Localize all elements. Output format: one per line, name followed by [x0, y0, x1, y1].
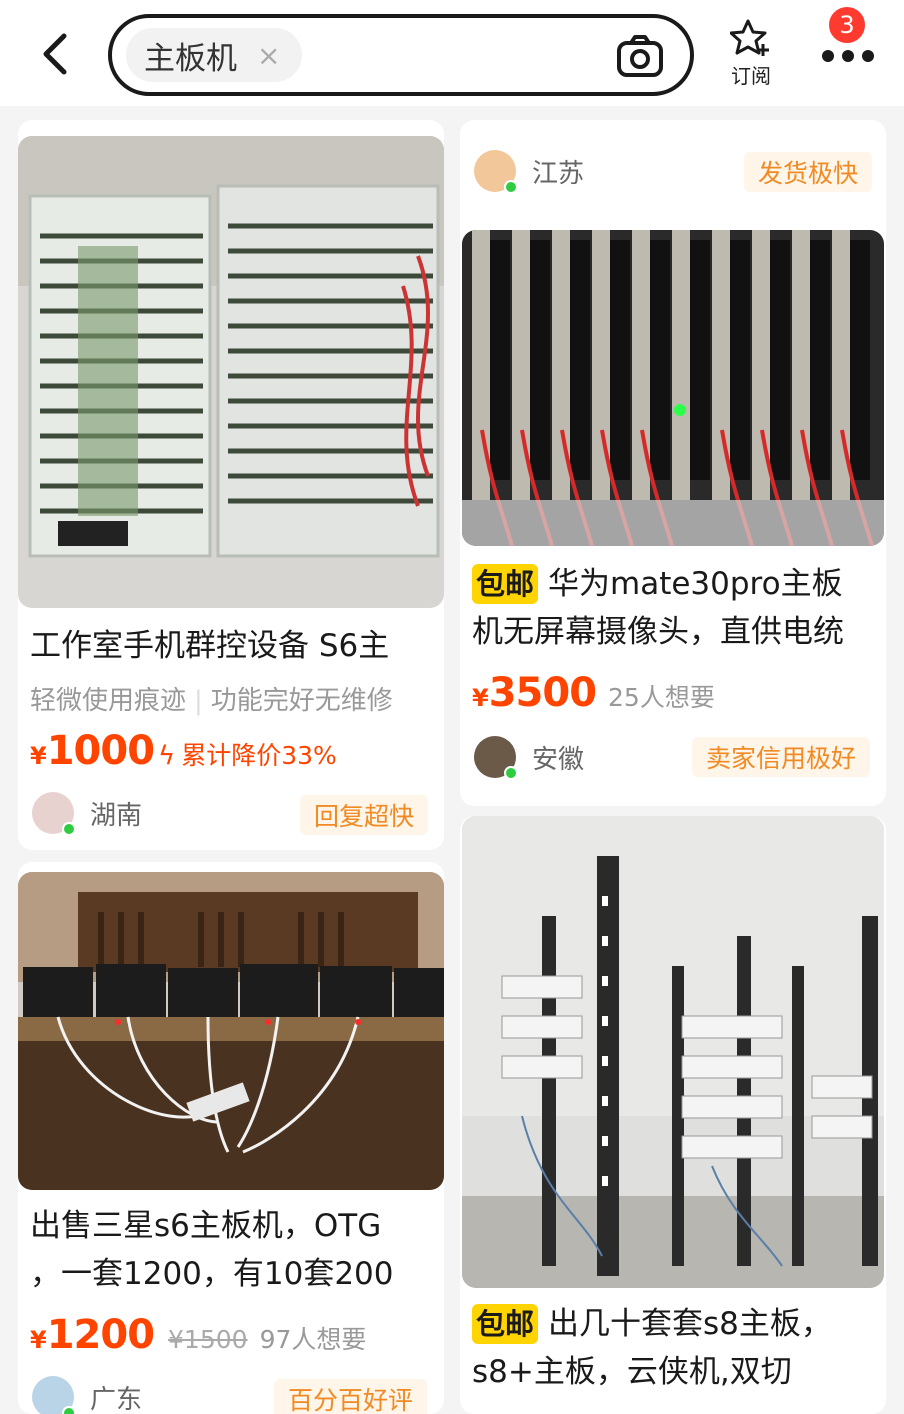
star-plus-icon: [730, 19, 769, 56]
currency-symbol: ¥: [30, 742, 47, 770]
product-card[interactable]: 出售三星s6主板机，OTG ，一套1200，有10套200 ¥ 1200 ¥15…: [18, 862, 444, 1414]
tag-condition: 轻微使用痕迹: [30, 686, 187, 716]
product-title-line2[interactable]: ，一套1200，有10套200: [30, 1250, 436, 1298]
search-query-text: 主板机: [144, 40, 237, 77]
seller-location: 江苏: [532, 158, 585, 189]
product-card[interactable]: 工作室手机群控设备 S6主 轻微使用痕迹 | 功能完好无维修 ¥ 1000 ϟ 累计…: [18, 120, 444, 850]
price-row: ¥ 3500 25人想要: [472, 670, 715, 716]
price-row: ¥ 1200 ¥1500 97人想要: [30, 1312, 366, 1358]
seller-tag: 卖家信用极好: [692, 737, 871, 777]
seller-location: 广东: [90, 1384, 143, 1414]
seller-row[interactable]: 江苏: [474, 146, 584, 196]
product-price: 3500: [488, 670, 597, 716]
online-dot: [504, 766, 518, 780]
want-count: 97人想要: [259, 1325, 367, 1354]
tag-function: 功能完好无维修: [210, 686, 393, 716]
lightning-icon: ϟ: [158, 741, 176, 771]
subscribe-label: 订阅: [731, 64, 771, 88]
product-title-line2[interactable]: s8+主板，云侠机,双切: [472, 1348, 878, 1396]
online-dot: [62, 822, 76, 836]
online-dot: [504, 180, 518, 194]
seller-row[interactable]: 广东: [32, 1372, 142, 1414]
avatar[interactable]: [474, 736, 518, 780]
seller-row[interactable]: 安徽: [474, 732, 584, 782]
subscribe-button[interactable]: 订阅: [722, 18, 780, 96]
product-image[interactable]: [462, 816, 884, 1288]
want-count: 25人想要: [608, 683, 715, 712]
product-image[interactable]: [18, 872, 444, 1190]
free-shipping-badge: 包邮: [472, 1304, 539, 1344]
avatar[interactable]: [474, 150, 518, 194]
camera-icon[interactable]: [616, 34, 664, 78]
price-drop-text: 累计降价33%: [181, 741, 337, 770]
product-price: 1200: [46, 1312, 155, 1358]
avatar[interactable]: [32, 1376, 76, 1414]
currency-symbol: ¥: [30, 1326, 47, 1354]
product-image[interactable]: [462, 230, 884, 546]
seller-location: 湖南: [90, 800, 143, 831]
product-title-line2[interactable]: 机无屏幕摄像头，直供电统: [472, 608, 878, 656]
product-tags: 轻微使用痕迹 | 功能完好无维修: [30, 686, 393, 716]
product-title[interactable]: 包邮 华为mate30pro主板: [472, 560, 878, 608]
search-input[interactable]: 主板机 ×: [108, 14, 694, 96]
product-title[interactable]: 包邮 出几十套套s8主板，: [472, 1300, 878, 1348]
seller-tag: 百分百好评: [274, 1379, 428, 1414]
currency-symbol: ¥: [472, 684, 489, 712]
product-image[interactable]: [18, 136, 444, 608]
product-card[interactable]: 包邮 出几十套套s8主板， s8+主板，云侠机,双切: [460, 816, 886, 1414]
clear-search-icon[interactable]: ×: [257, 39, 280, 72]
original-price: ¥1500: [168, 1325, 248, 1354]
product-card[interactable]: 江苏 发货极快 包邮 华为mate30pro主板 机无屏幕摄像头，直供电统 ¥ 3…: [460, 120, 886, 806]
product-title[interactable]: 工作室手机群控设备 S6主: [30, 622, 436, 670]
seller-tag: 回复超快: [300, 795, 429, 835]
free-shipping-badge: 包邮: [472, 564, 539, 604]
chevron-left-icon: [43, 33, 67, 75]
seller-tag: 发货极快: [744, 152, 873, 192]
seller-row[interactable]: 湖南: [32, 788, 142, 838]
back-button[interactable]: [30, 24, 80, 84]
notification-badge: 3: [826, 4, 868, 46]
avatar[interactable]: [32, 792, 76, 836]
online-dot: [62, 1406, 76, 1414]
product-title[interactable]: 出售三星s6主板机，OTG: [30, 1202, 436, 1250]
price-row: ¥ 1000 ϟ 累计降价33%: [30, 728, 337, 774]
product-price: 1000: [46, 728, 155, 774]
seller-location: 安徽: [532, 744, 585, 775]
top-bar: 主板机 × 订阅 3: [0, 0, 904, 106]
search-query-chip[interactable]: 主板机 ×: [126, 28, 303, 82]
